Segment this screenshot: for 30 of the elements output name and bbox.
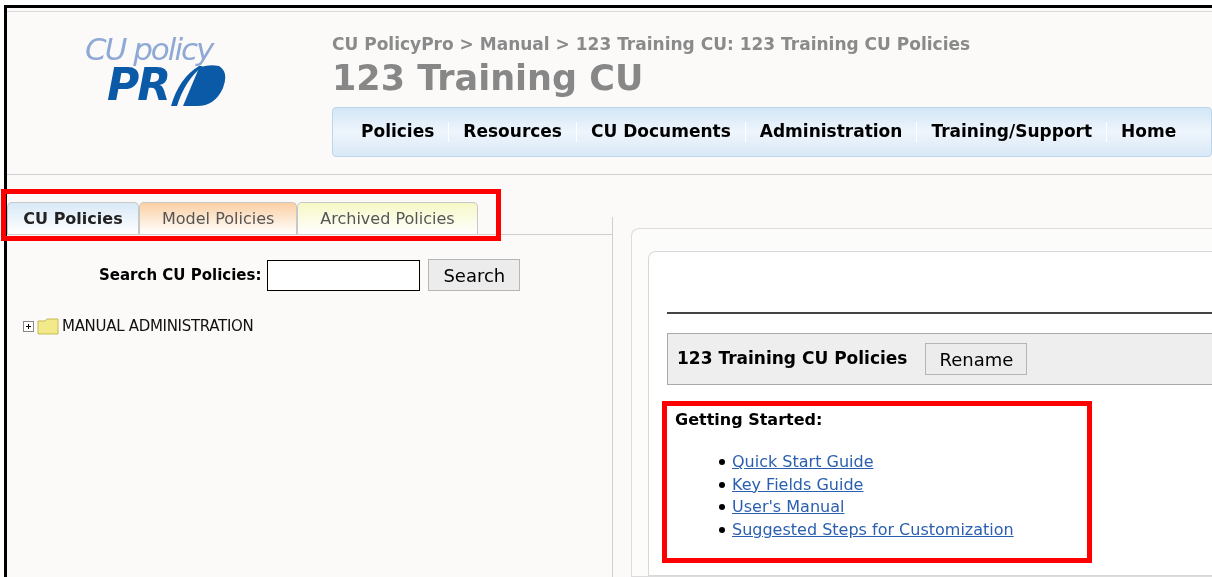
tab[interactable]: Archived Policies [297, 202, 478, 234]
tab[interactable]: Model Policies [139, 202, 298, 234]
nav-link[interactable]: Training/Support [921, 119, 1103, 145]
page-title: 123 Training CU [332, 57, 645, 100]
bullet-icon [719, 504, 725, 511]
guide-link[interactable]: Suggested Steps for Customization [732, 517, 1014, 542]
breadcrumb: CU PolicyPro > Manual > 123 Training CU: 123 Training CU Policies [332, 33, 972, 56]
tree-item[interactable]: MANUAL ADMINISTRATION [62, 315, 254, 338]
folder-name: 123 Training CU Policies [677, 347, 908, 371]
bullet-icon [719, 481, 725, 488]
nav-link[interactable]: Policies [351, 119, 445, 145]
nav-link[interactable]: Home [1111, 119, 1187, 145]
expand-icon[interactable] [23, 320, 34, 332]
nav-link[interactable]: Administration [749, 119, 913, 145]
rename-button[interactable]: Rename [925, 343, 1028, 375]
nav-link[interactable]: Resources [453, 119, 572, 145]
bullet-icon [719, 526, 725, 533]
section-heading: Getting Started: [675, 409, 824, 431]
guide-link[interactable]: Key Fields Guide [732, 472, 864, 497]
guide-link[interactable]: Quick Start Guide [732, 450, 874, 475]
search-label: Search CU Policies: [99, 264, 262, 286]
logo-swoosh-icon [169, 64, 228, 106]
bullet-icon [719, 459, 725, 466]
logo-text: CU policy [85, 34, 215, 65]
search-button[interactable]: Search [428, 259, 521, 291]
nav-link[interactable]: CU Documents [581, 119, 741, 145]
guide-link[interactable]: User's Manual [732, 495, 845, 520]
tab[interactable]: CU Policies [7, 202, 139, 234]
search-field[interactable] [267, 259, 421, 291]
folder-icon [37, 317, 59, 335]
